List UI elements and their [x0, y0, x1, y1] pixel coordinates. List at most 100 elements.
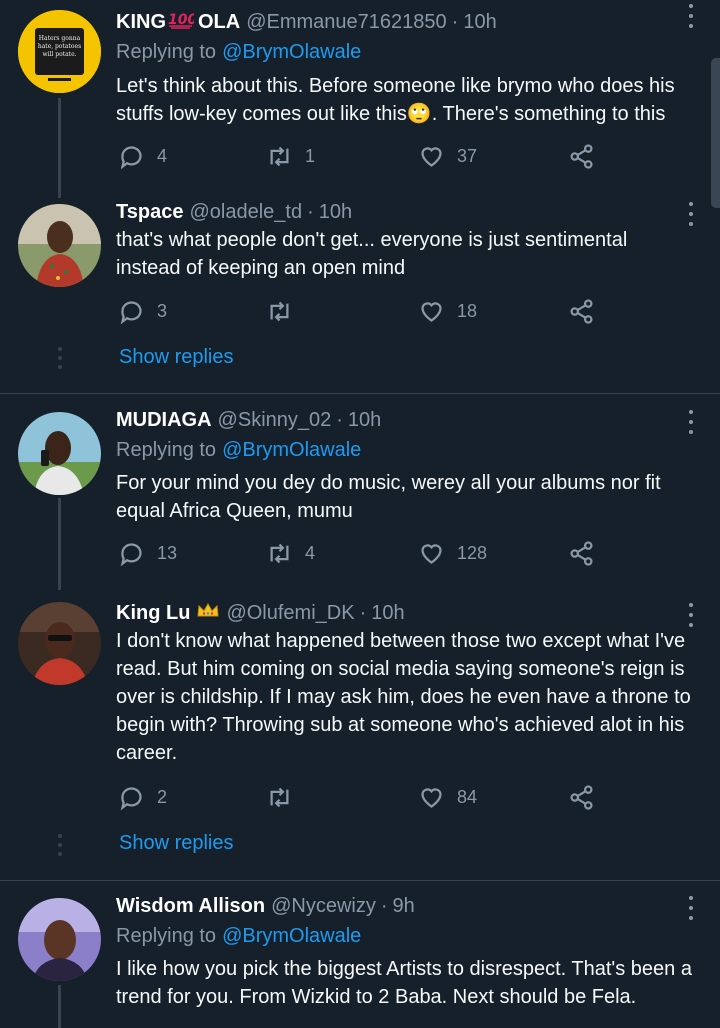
avatar[interactable]: [18, 204, 101, 287]
reply-button[interactable]: 2: [118, 783, 167, 811]
replying-label: Replying to: [116, 40, 217, 63]
replying-to: Replying to @BrymOlawale: [116, 38, 361, 66]
share-button[interactable]: [568, 297, 595, 325]
reply-count: 2: [157, 786, 168, 807]
tweet-header: Tspace @oladele_td · 10h: [116, 197, 352, 227]
reply-icon: [120, 786, 142, 810]
user-handle[interactable]: @oladele_td: [189, 201, 302, 224]
reply-button[interactable]: 13: [118, 539, 177, 567]
avatar[interactable]: [18, 412, 101, 495]
reply-icon: [120, 145, 142, 169]
reply-button[interactable]: 3: [118, 297, 167, 325]
tweet-text-line: For your mind you dey do music, werey al…: [116, 472, 661, 494]
like-count: 84: [457, 786, 478, 807]
avatar-text-3: will potate.: [42, 51, 76, 58]
divider: [0, 880, 720, 881]
retweet-button[interactable]: [266, 297, 305, 325]
reply-button[interactable]: 4: [118, 142, 167, 170]
share-button[interactable]: [568, 539, 595, 567]
tweet-text-line: stuffs low-key comes out like this🙄. The…: [116, 103, 666, 125]
timestamp[interactable]: 10h: [371, 602, 404, 625]
tweet-text-line: career.: [116, 742, 178, 764]
more-options-icon[interactable]: [686, 603, 696, 627]
tweet-4[interactable]: King Lu @Olufemi_DK · 10h I don't know w…: [0, 598, 720, 880]
like-button[interactable]: 84: [418, 783, 477, 811]
thread-dots: [57, 834, 62, 856]
display-name[interactable]: KING: [116, 11, 166, 34]
mention-link[interactable]: @BrymOlawale: [222, 439, 361, 462]
avatar[interactable]: Haters gonna hate, potatoes will potate.: [18, 10, 101, 93]
tweet-text-line: that's what people don't get... everyone…: [116, 229, 628, 251]
avatar[interactable]: [18, 898, 101, 981]
replying-to: Replying to @BrymOlawale: [116, 922, 361, 950]
more-options-icon[interactable]: [686, 410, 696, 434]
tweet-text-line: trend for you. From Wizkid to 2 Baba. Ne…: [116, 986, 637, 1008]
display-name[interactable]: King Lu: [116, 602, 190, 625]
thread-line: [58, 985, 61, 1028]
timestamp[interactable]: 9h: [393, 895, 415, 918]
retweet-icon: [270, 787, 289, 807]
like-button[interactable]: 18: [418, 297, 477, 325]
tweet-header: MUDIAGA @Skinny_02 · 10h: [116, 405, 381, 435]
crown-icon: [196, 601, 220, 625]
show-replies-link[interactable]: Show replies: [119, 346, 234, 369]
avatar-text-2: hate, potatoes: [38, 43, 81, 50]
timestamp[interactable]: 10h: [319, 201, 352, 224]
avatar-image: Haters gonna hate, potatoes will potate.: [18, 10, 101, 93]
more-options-icon[interactable]: [686, 202, 696, 226]
tweet-actions: 2 84: [118, 783, 718, 811]
user-handle[interactable]: @Emmanue71621850: [246, 11, 446, 34]
display-name-suffix[interactable]: OLA: [198, 11, 240, 34]
tweet-actions: 4 1 37: [118, 142, 718, 170]
user-handle[interactable]: @Nycewizy: [271, 895, 376, 918]
timestamp[interactable]: 10h: [348, 409, 381, 432]
more-options-icon[interactable]: [686, 4, 696, 28]
retweet-count: 4: [305, 542, 316, 563]
separator: ·: [307, 200, 314, 223]
tweet-text-line: begin with? Throwing sub at someone who'…: [116, 714, 685, 736]
user-handle[interactable]: @Olufemi_DK: [226, 602, 354, 625]
tweet-text: For your mind you dey do music, werey al…: [116, 469, 706, 525]
avatar-image: [18, 898, 101, 981]
tweet-5[interactable]: Wisdom Allison @Nycewizy · 9h Replying t…: [0, 891, 720, 1028]
retweet-icon: [270, 543, 289, 563]
scrollbar[interactable]: [711, 58, 720, 208]
share-button[interactable]: [568, 142, 595, 170]
separator: ·: [359, 601, 367, 624]
tweet-text: I don't know what happened between those…: [116, 627, 706, 767]
like-count: 18: [457, 300, 478, 321]
tweet-3[interactable]: MUDIAGA @Skinny_02 · 10h Replying to @Br…: [0, 404, 720, 590]
retweet-button[interactable]: 4: [266, 539, 315, 567]
mention-link[interactable]: @BrymOlawale: [222, 41, 361, 64]
timestamp[interactable]: 10h: [463, 11, 496, 34]
thread-line: [58, 498, 61, 590]
share-icon: [570, 540, 593, 566]
avatar[interactable]: [18, 602, 101, 685]
reply-count: 4: [157, 145, 168, 166]
replying-label: Replying to: [116, 924, 217, 947]
thread-dots: [57, 347, 62, 369]
tweet-actions: 13 4 128: [118, 539, 718, 567]
like-count: 128: [457, 542, 488, 563]
display-name[interactable]: Tspace: [116, 201, 183, 224]
share-button[interactable]: [568, 783, 595, 811]
show-replies-link[interactable]: Show replies: [119, 832, 234, 855]
display-name[interactable]: Wisdom Allison: [116, 895, 265, 918]
retweet-icon: [270, 301, 289, 321]
user-handle[interactable]: @Skinny_02: [218, 409, 332, 432]
more-options-icon[interactable]: [686, 896, 696, 920]
reply-icon: [120, 300, 142, 324]
mention-link[interactable]: @BrymOlawale: [222, 925, 361, 948]
reply-count: 13: [157, 542, 178, 563]
like-button[interactable]: 128: [418, 539, 487, 567]
heart-icon: [421, 146, 442, 167]
tweet-1[interactable]: Haters gonna hate, potatoes will potate.…: [0, 0, 720, 200]
retweet-button[interactable]: [266, 783, 305, 811]
retweet-icon: [270, 146, 289, 166]
like-button[interactable]: 37: [418, 142, 477, 170]
tweet-2[interactable]: Tspace @oladele_td · 10h that's what peo…: [0, 200, 720, 393]
display-name[interactable]: MUDIAGA: [116, 409, 212, 432]
retweet-button[interactable]: 1: [266, 142, 315, 170]
replying-to: Replying to @BrymOlawale: [116, 436, 361, 464]
separator: ·: [380, 894, 388, 917]
